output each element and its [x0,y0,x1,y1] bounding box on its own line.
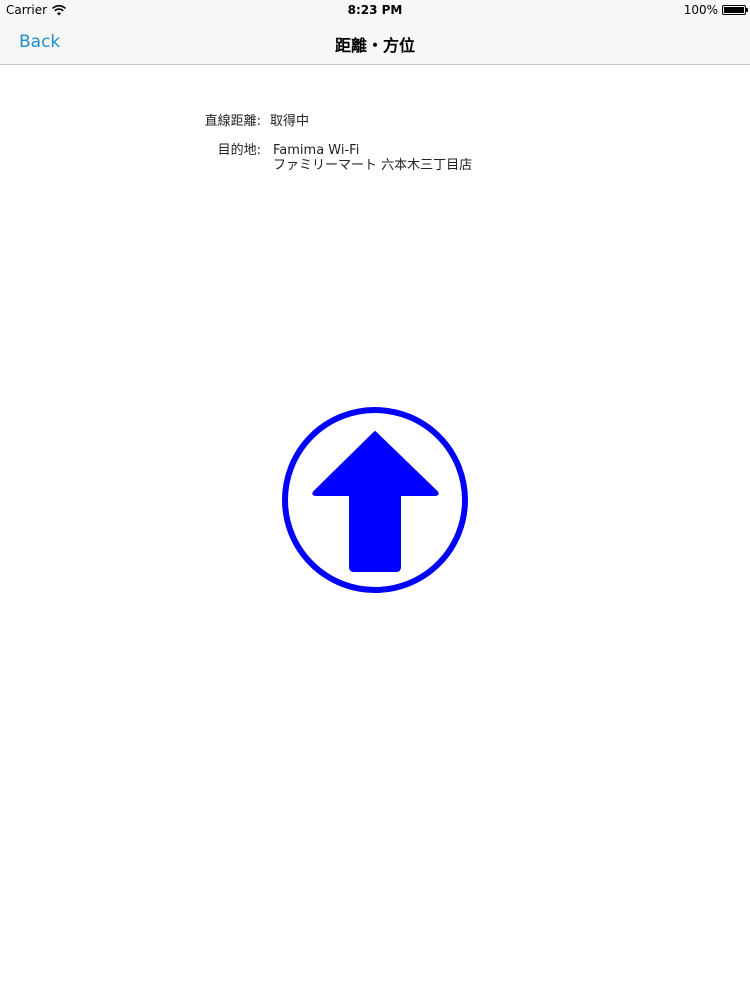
navigation-bar: Back 距離・方位 [0,20,750,65]
destination-block: Famima Wi-Fi ファミリーマート 六本木三丁目店 [273,143,472,173]
distance-value: 取得中 [270,114,310,129]
up-arrow-icon [282,407,468,593]
distance-label: 直線距離: [204,114,261,129]
battery-icon [722,5,748,15]
status-time: 8:23 PM [347,3,403,17]
destination-label: 目的地: [217,143,261,158]
destination-place: ファミリーマート 六本木三丁目店 [273,158,473,173]
status-right: 100% [683,3,748,17]
status-bar: Carrier 8:23 PM 100% [0,0,750,20]
nav-title: 距離・方位 [334,36,415,55]
destination-name: Famima Wi-Fi [273,143,360,158]
screen: Carrier 8:23 PM 100% Back 距離・方位 直線距離: 取得… [0,0,750,1000]
battery-percent: 100% [683,3,718,17]
direction-arrow [312,431,439,572]
